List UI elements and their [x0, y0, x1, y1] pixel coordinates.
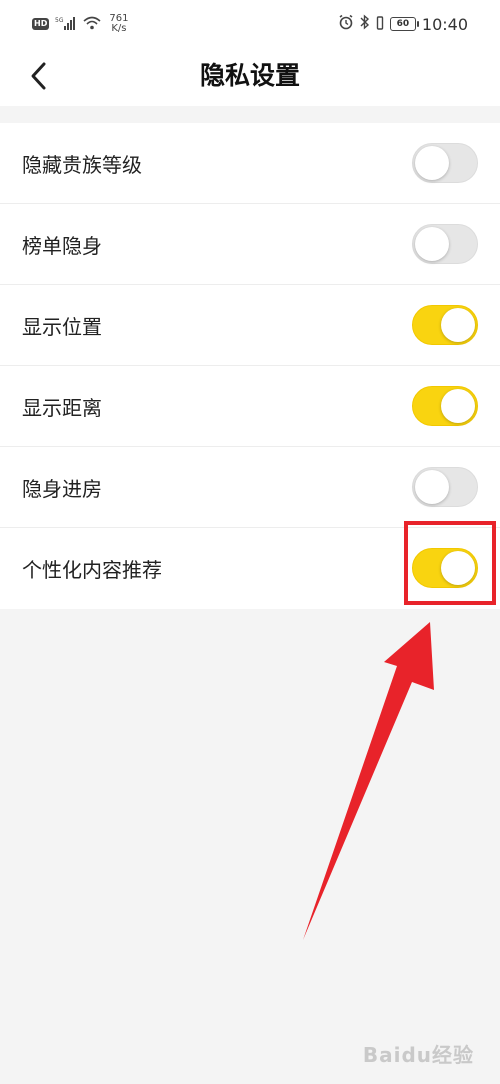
watermark: Baidu经验 [362, 1043, 474, 1067]
annotation-arrow-icon [303, 622, 434, 940]
